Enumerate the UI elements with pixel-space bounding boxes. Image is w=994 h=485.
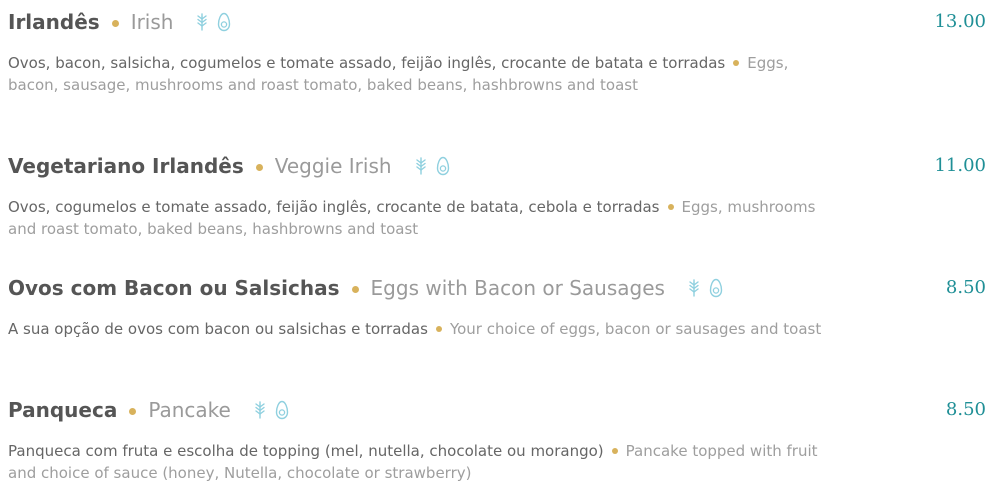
separator-dot xyxy=(667,204,674,210)
dish-name-pt: Vegetariano Irlandês xyxy=(8,154,244,178)
egg-icon xyxy=(436,156,450,176)
dish-name-pt: Panqueca xyxy=(8,398,118,422)
description-en: Your choice of eggs, bacon or sausages a… xyxy=(449,320,822,338)
price: 8.50 xyxy=(945,277,986,298)
description-pt: Panqueca com fruta e escolha de topping … xyxy=(8,442,604,460)
menu-item-title: Panqueca Pancake 8.50 xyxy=(8,390,986,430)
allergen-icons xyxy=(414,156,450,176)
menu-item-description: A sua opção de ovos com bacon ou salsich… xyxy=(8,318,838,340)
wheat-icon xyxy=(195,13,209,31)
menu-item-description: Ovos, cogumelos e tomate assado, feijão … xyxy=(8,196,838,240)
menu-item-description: Panqueca com fruta e escolha de topping … xyxy=(8,440,838,484)
price: 13.00 xyxy=(934,11,986,32)
menu-item-title: Ovos com Bacon ou Salsichas Eggs with Ba… xyxy=(8,268,986,308)
price: 11.00 xyxy=(934,155,986,176)
egg-icon xyxy=(217,12,231,32)
description-pt: Ovos, cogumelos e tomate assado, feijão … xyxy=(8,198,660,216)
allergen-icons xyxy=(253,400,289,420)
wheat-icon xyxy=(253,401,267,419)
separator-dot xyxy=(611,448,618,454)
separator-dot xyxy=(351,285,359,293)
allergen-icons xyxy=(195,12,231,32)
dish-name-en: Irish xyxy=(130,10,174,34)
menu-item-description: Ovos, bacon, salsicha, cogumelos e tomat… xyxy=(8,52,838,96)
dish-name-pt: Irlandês xyxy=(8,10,100,34)
dish-name-en: Veggie Irish xyxy=(274,154,392,178)
allergen-icons xyxy=(687,278,723,298)
description-pt: Ovos, bacon, salsicha, cogumelos e tomat… xyxy=(8,54,726,72)
wheat-icon xyxy=(414,157,428,175)
egg-icon xyxy=(275,400,289,420)
menu-item: Vegetariano Irlandês Veggie Irish 11.00 … xyxy=(8,146,986,240)
menu-item: Ovos com Bacon ou Salsichas Eggs with Ba… xyxy=(8,268,986,340)
egg-icon xyxy=(709,278,723,298)
dish-name-en: Pancake xyxy=(148,398,231,422)
menu-item: Panqueca Pancake 8.50 Panqueca com fruta… xyxy=(8,390,986,484)
menu-item: Irlandês Irish 13.00 Ovos, bacon, salsic… xyxy=(8,2,986,96)
separator-dot xyxy=(733,60,740,66)
separator-dot xyxy=(129,407,137,415)
price: 8.50 xyxy=(945,399,986,420)
menu-item-title: Vegetariano Irlandês Veggie Irish 11.00 xyxy=(8,146,986,186)
wheat-icon xyxy=(687,279,701,297)
separator-dot xyxy=(111,19,119,27)
dish-name-en: Eggs with Bacon or Sausages xyxy=(370,276,665,300)
description-pt: A sua opção de ovos com bacon ou salsich… xyxy=(8,320,428,338)
menu-item-title: Irlandês Irish 13.00 xyxy=(8,2,986,42)
separator-dot xyxy=(435,326,442,332)
dish-name-pt: Ovos com Bacon ou Salsichas xyxy=(8,276,340,300)
separator-dot xyxy=(255,163,263,171)
